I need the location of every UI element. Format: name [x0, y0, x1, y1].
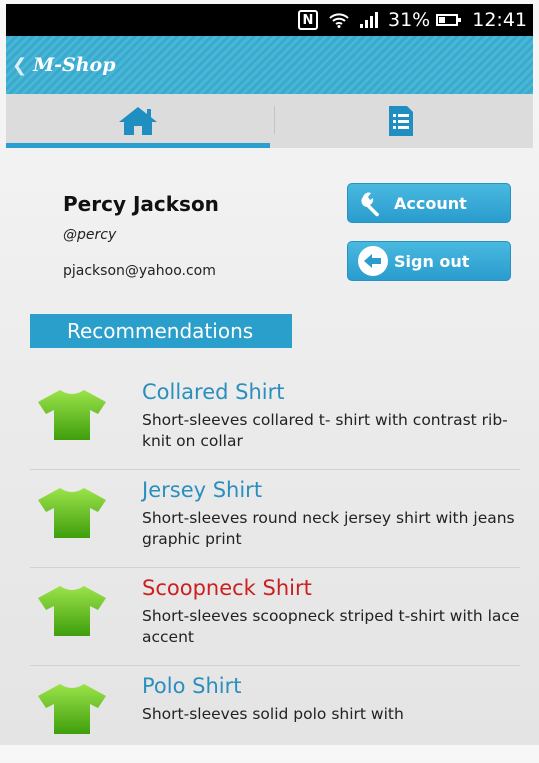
item-title[interactable]: Collared Shirt	[142, 380, 285, 404]
sign-out-button-label: Sign out	[394, 251, 470, 271]
item-description: Short-sleeves collared t- shirt with con…	[142, 411, 508, 450]
item-title[interactable]: Polo Shirt	[142, 674, 241, 698]
document-list-icon	[389, 106, 414, 136]
list-item[interactable]: Scoopneck Shirt Short-sleeves scoopneck …	[30, 568, 520, 666]
tab-list[interactable]	[270, 94, 534, 148]
profile-email: pjackson@yahoo.com	[63, 263, 216, 279]
list-item[interactable]: Jersey Shirt Short-sleeves round neck je…	[30, 470, 520, 568]
item-description: Short-sleeves solid polo shirt with	[142, 705, 404, 723]
tshirt-icon	[38, 684, 106, 734]
clock: 12:41	[472, 9, 527, 31]
wifi-icon	[328, 12, 350, 28]
account-button-label: Account	[394, 193, 467, 213]
list-item[interactable]: Polo Shirt Short-sleeves solid polo shir…	[30, 666, 520, 763]
home-icon	[118, 107, 157, 135]
item-description: Short-sleeves scoopneck striped t-shirt …	[142, 607, 520, 646]
tshirt-icon	[38, 488, 106, 538]
battery-icon	[436, 14, 462, 26]
tab-home[interactable]	[6, 94, 270, 148]
tshirt-icon	[38, 390, 106, 440]
action-bar: ❮ M-Shop	[6, 36, 533, 94]
battery-percent: 31%	[388, 9, 431, 31]
sign-out-button[interactable]: Sign out	[347, 241, 511, 281]
nfc-icon: N	[298, 10, 318, 30]
status-bar: N 31% 12:41	[6, 4, 533, 36]
item-description: Short-sleeves round neck jersey shirt wi…	[142, 509, 515, 548]
item-title[interactable]: Scoopneck Shirt	[142, 576, 312, 600]
recommendations-list: Collared Shirt Short-sleeves collared t-…	[30, 372, 520, 763]
app-title[interactable]: M-Shop	[33, 54, 115, 76]
chevron-left-icon[interactable]: ❮	[12, 55, 27, 76]
list-item[interactable]: Collared Shirt Short-sleeves collared t-…	[30, 372, 520, 470]
recommendations-header: Recommendations	[30, 314, 292, 348]
tshirt-icon	[38, 586, 106, 636]
wrench-icon	[356, 186, 390, 220]
tab-bar	[6, 94, 533, 148]
profile-handle: @percy	[63, 227, 117, 243]
item-title[interactable]: Jersey Shirt	[142, 478, 262, 502]
signal-icon	[360, 12, 378, 28]
sign-out-arrow-icon	[356, 244, 390, 278]
account-button[interactable]: Account	[347, 183, 511, 223]
profile-name: Percy Jackson	[63, 192, 219, 216]
